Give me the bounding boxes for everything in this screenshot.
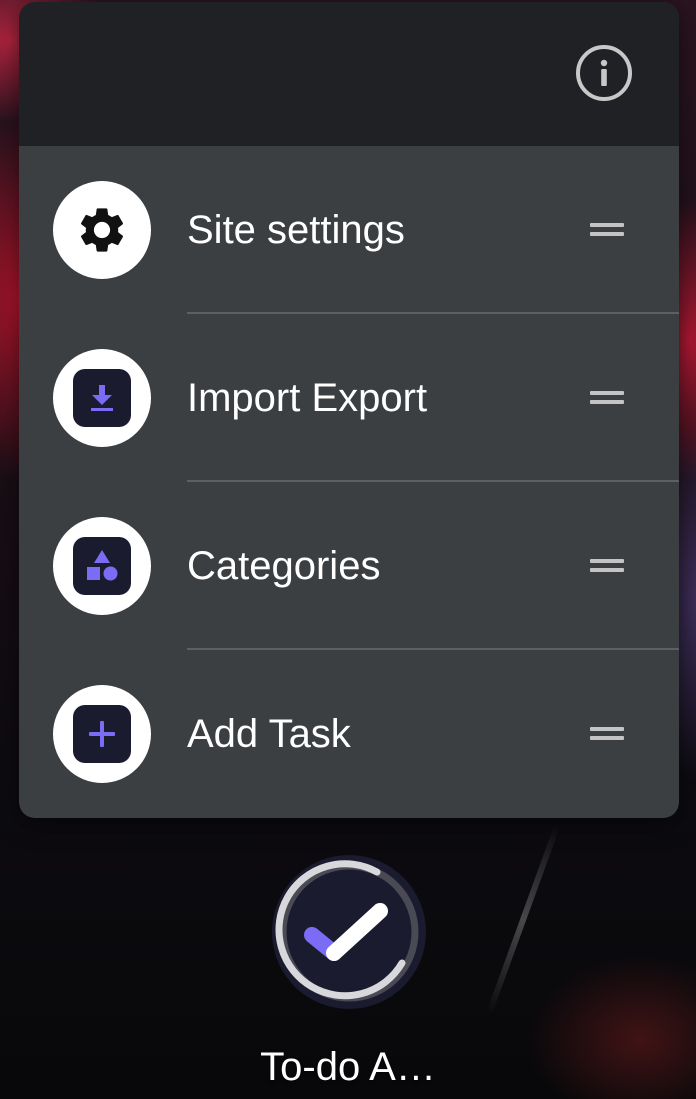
shortcut-icon-badge — [53, 181, 151, 279]
info-icon — [600, 59, 608, 86]
drag-handle-icon[interactable] — [590, 559, 624, 573]
drag-handle-icon[interactable] — [590, 727, 624, 741]
app-icon-square — [73, 705, 131, 763]
shortcut-list: Site settings Import Export Categories A… — [19, 146, 679, 818]
drag-handle-icon[interactable] — [590, 391, 624, 405]
shortcut-icon-badge — [53, 685, 151, 783]
shortcut-label: Add Task — [187, 712, 351, 756]
wallpaper-streak — [485, 825, 561, 1015]
download-icon — [91, 385, 113, 411]
app-icon-square — [73, 369, 131, 427]
shortcut-label: Import Export — [187, 376, 428, 420]
app-shortcuts-popup: Site settings Import Export Categories A… — [19, 2, 679, 818]
popup-header — [19, 2, 679, 146]
shortcut-categories[interactable]: Categories — [19, 482, 679, 650]
checkmark-icon — [272, 855, 426, 1009]
shortcut-add-task[interactable]: Add Task — [19, 650, 679, 818]
drag-handle-icon[interactable] — [590, 223, 624, 237]
shortcut-import-export[interactable]: Import Export — [19, 314, 679, 482]
shapes-icon — [87, 550, 118, 581]
plus-icon — [89, 721, 115, 747]
shortcut-icon-badge — [53, 517, 151, 615]
app-icon-square — [73, 537, 131, 595]
shortcut-site-settings[interactable]: Site settings — [19, 146, 679, 314]
gear-icon — [80, 208, 124, 252]
info-button[interactable] — [576, 45, 632, 101]
shortcut-icon-badge — [53, 349, 151, 447]
shortcut-label: Categories — [187, 544, 381, 588]
todo-app-icon[interactable] — [272, 855, 426, 1009]
app-label[interactable]: To-do A… — [0, 1045, 696, 1090]
shortcut-label: Site settings — [187, 208, 405, 252]
